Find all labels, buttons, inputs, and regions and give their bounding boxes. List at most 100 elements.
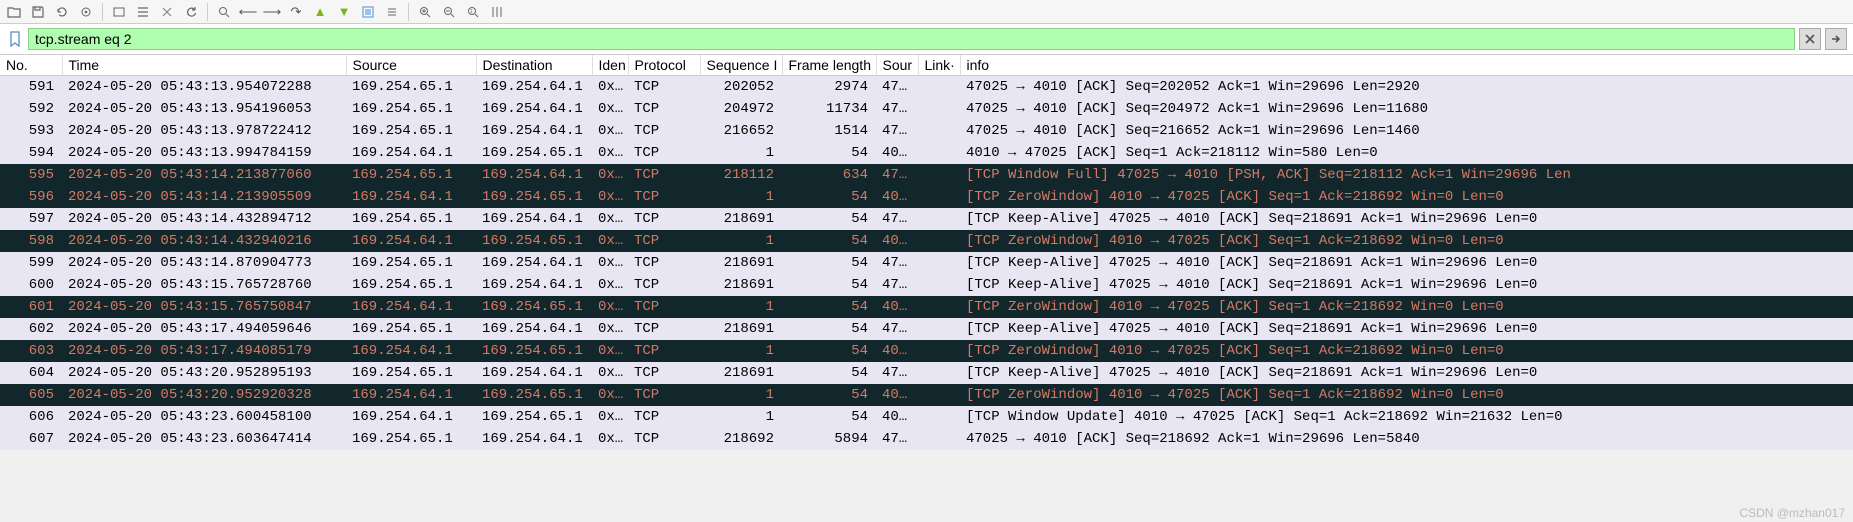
cell-frame-length: 54: [782, 274, 876, 296]
cell-protocol: TCP: [628, 164, 700, 186]
packet-list[interactable]: No. Time Source Destination Iden Protoco…: [0, 55, 1853, 450]
cell-source: 169.254.65.1: [346, 428, 476, 450]
table-row[interactable]: 6042024-05-20 05:43:20.952895193169.254.…: [0, 362, 1853, 384]
find-next-icon[interactable]: ⟶: [262, 2, 282, 22]
cell-destination: 169.254.65.1: [476, 340, 592, 362]
cell-info: [TCP ZeroWindow] 4010 → 47025 [ACK] Seq=…: [960, 296, 1853, 318]
toggle1-icon[interactable]: [358, 2, 378, 22]
cell-time: 2024-05-20 05:43:14.432894712: [62, 208, 346, 230]
table-row[interactable]: 5932024-05-20 05:43:13.978722412169.254.…: [0, 120, 1853, 142]
table-row[interactable]: 6012024-05-20 05:43:15.765750847169.254.…: [0, 296, 1853, 318]
cell-info: [TCP Keep-Alive] 47025 → 4010 [ACK] Seq=…: [960, 252, 1853, 274]
goto-icon[interactable]: ↷: [286, 2, 306, 22]
table-row[interactable]: 6032024-05-20 05:43:17.494085179169.254.…: [0, 340, 1853, 362]
cell-source-port: 47…: [876, 428, 918, 450]
cell-source: 169.254.65.1: [346, 98, 476, 120]
table-row[interactable]: 6002024-05-20 05:43:15.765728760169.254.…: [0, 274, 1853, 296]
toggle2-icon[interactable]: [382, 2, 402, 22]
save-icon[interactable]: [28, 2, 48, 22]
cell-info: 47025 → 4010 [ACK] Seq=218692 Ack=1 Win=…: [960, 428, 1853, 450]
zoom-out-icon[interactable]: [439, 2, 459, 22]
cell-info: [TCP Window Full] 47025 → 4010 [PSH, ACK…: [960, 164, 1853, 186]
cell-identification: 0x…: [592, 142, 628, 164]
display-filter-input[interactable]: [28, 28, 1795, 50]
down-icon[interactable]: ▼: [334, 2, 354, 22]
col-info[interactable]: info: [960, 55, 1853, 76]
table-row[interactable]: 5942024-05-20 05:43:13.994784159169.254.…: [0, 142, 1853, 164]
cell-source: 169.254.64.1: [346, 296, 476, 318]
packet-table-body[interactable]: 5912024-05-20 05:43:13.954072288169.254.…: [0, 76, 1853, 451]
cell-destination: 169.254.64.1: [476, 362, 592, 384]
cell-time: 2024-05-20 05:43:20.952895193: [62, 362, 346, 384]
cell-no: 602: [0, 318, 62, 340]
col-source[interactable]: Source: [346, 55, 476, 76]
cell-protocol: TCP: [628, 186, 700, 208]
col-protocol[interactable]: Protocol: [628, 55, 700, 76]
table-row[interactable]: 5962024-05-20 05:43:14.213905509169.254.…: [0, 186, 1853, 208]
bookmark-icon[interactable]: [6, 30, 24, 48]
cell-info: [TCP Keep-Alive] 47025 → 4010 [ACK] Seq=…: [960, 274, 1853, 296]
cell-time: 2024-05-20 05:43:23.600458100: [62, 406, 346, 428]
cell-link: [918, 296, 960, 318]
table-row[interactable]: 5992024-05-20 05:43:14.870904773169.254.…: [0, 252, 1853, 274]
zoom-reset-icon[interactable]: 1: [463, 2, 483, 22]
cell-info: [TCP ZeroWindow] 4010 → 47025 [ACK] Seq=…: [960, 186, 1853, 208]
table-row[interactable]: 6052024-05-20 05:43:20.952920328169.254.…: [0, 384, 1853, 406]
col-sequence[interactable]: Sequence I: [700, 55, 782, 76]
cell-no: 594: [0, 142, 62, 164]
cell-source: 169.254.65.1: [346, 274, 476, 296]
cell-no: 592: [0, 98, 62, 120]
col-link[interactable]: Link·: [918, 55, 960, 76]
cell-source-port: 40…: [876, 384, 918, 406]
open-file-icon[interactable]: [4, 2, 24, 22]
cell-source-port: 40…: [876, 406, 918, 428]
col-identification[interactable]: Iden: [592, 55, 628, 76]
cell-no: 599: [0, 252, 62, 274]
display-filter-row: [0, 24, 1853, 55]
col-destination[interactable]: Destination: [476, 55, 592, 76]
cell-no: 604: [0, 362, 62, 384]
cell-time: 2024-05-20 05:43:17.494059646: [62, 318, 346, 340]
cell-link: [918, 186, 960, 208]
cell-sequence: 1: [700, 406, 782, 428]
close-x-icon[interactable]: [157, 2, 177, 22]
cell-identification: 0x…: [592, 164, 628, 186]
table-row[interactable]: 5982024-05-20 05:43:14.432940216169.254.…: [0, 230, 1853, 252]
cell-destination: 169.254.64.1: [476, 98, 592, 120]
reload-icon[interactable]: [52, 2, 72, 22]
col-source-port[interactable]: Sour: [876, 55, 918, 76]
table-row[interactable]: 6072024-05-20 05:43:23.603647414169.254.…: [0, 428, 1853, 450]
cell-sequence: 1: [700, 340, 782, 362]
cell-sequence: 1: [700, 384, 782, 406]
col-no[interactable]: No.: [0, 55, 62, 76]
packet-table-header[interactable]: No. Time Source Destination Iden Protoco…: [0, 55, 1853, 76]
refresh-icon[interactable]: [181, 2, 201, 22]
table-row[interactable]: 6062024-05-20 05:43:23.600458100169.254.…: [0, 406, 1853, 428]
col-time[interactable]: Time: [62, 55, 346, 76]
table-row[interactable]: 5922024-05-20 05:43:13.954196053169.254.…: [0, 98, 1853, 120]
clear-filter-button[interactable]: [1799, 28, 1821, 50]
cell-destination: 169.254.65.1: [476, 406, 592, 428]
cell-source: 169.254.65.1: [346, 362, 476, 384]
col-frame-length[interactable]: Frame length: [782, 55, 876, 76]
rect-icon[interactable]: [109, 2, 129, 22]
cell-info: [TCP Keep-Alive] 47025 → 4010 [ACK] Seq=…: [960, 318, 1853, 340]
table-row[interactable]: 5912024-05-20 05:43:13.954072288169.254.…: [0, 76, 1853, 99]
table-row[interactable]: 5972024-05-20 05:43:14.432894712169.254.…: [0, 208, 1853, 230]
options-icon[interactable]: [76, 2, 96, 22]
list-icon[interactable]: [133, 2, 153, 22]
find-prev-icon[interactable]: ⟵: [238, 2, 258, 22]
up-icon[interactable]: ▲: [310, 2, 330, 22]
table-row[interactable]: 6022024-05-20 05:43:17.494059646169.254.…: [0, 318, 1853, 340]
packet-table[interactable]: No. Time Source Destination Iden Protoco…: [0, 55, 1853, 450]
cell-sequence: 218691: [700, 318, 782, 340]
cell-destination: 169.254.64.1: [476, 164, 592, 186]
resize-cols-icon[interactable]: [487, 2, 507, 22]
apply-filter-button[interactable]: [1825, 28, 1847, 50]
cell-time: 2024-05-20 05:43:14.870904773: [62, 252, 346, 274]
table-row[interactable]: 5952024-05-20 05:43:14.213877060169.254.…: [0, 164, 1853, 186]
cell-source-port: 40…: [876, 186, 918, 208]
find-icon[interactable]: [214, 2, 234, 22]
zoom-in-icon[interactable]: [415, 2, 435, 22]
cell-source: 169.254.64.1: [346, 230, 476, 252]
